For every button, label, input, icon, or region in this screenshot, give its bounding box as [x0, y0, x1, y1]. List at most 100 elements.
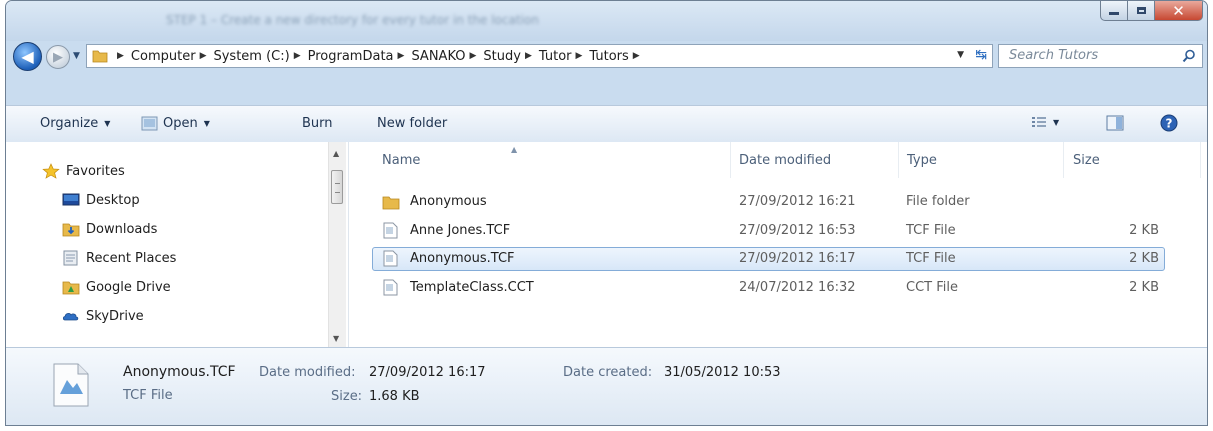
- nav-favorites-label: Favorites: [66, 163, 125, 179]
- breadcrumb-sanako[interactable]: ▶ SANAKO: [394, 49, 466, 64]
- help-button[interactable]: ?: [1160, 114, 1178, 132]
- column-header-date-modified[interactable]: Date modified: [731, 142, 899, 178]
- star-icon: [42, 163, 60, 179]
- window-title: STEP 1 – Create a new directory for ever…: [166, 13, 539, 27]
- forward-button[interactable]: ▶: [46, 45, 70, 69]
- address-row: ◀ ▶ ▼ ▶ Computer ▶ System (C:) ▶ ProgramDat…: [6, 41, 1207, 71]
- details-date-modified-label: Date modified:: [259, 365, 356, 380]
- details-file-name: Anonymous.TCF: [123, 364, 236, 380]
- grip-icon: [335, 183, 340, 193]
- nav-downloads[interactable]: Downloads: [62, 221, 157, 237]
- file-name: Anne Jones.TCF: [410, 223, 511, 238]
- scroll-down-icon[interactable]: ▼: [333, 334, 339, 343]
- details-size-label: Size:: [331, 389, 363, 404]
- nav-favorites[interactable]: Favorites: [42, 163, 125, 179]
- file-date: 24/07/2012 16:32: [739, 280, 856, 295]
- open-file-icon: [141, 116, 158, 131]
- arrow-right-icon: ▶: [53, 49, 63, 65]
- recent-pages-dropdown[interactable]: ▼: [73, 51, 80, 61]
- scroll-up-icon[interactable]: ▲: [333, 149, 339, 158]
- column-type-label: Type: [907, 152, 937, 168]
- title-bar[interactable]: STEP 1 – Create a new directory for ever…: [6, 1, 1207, 41]
- file-type: TCF File: [906, 223, 956, 238]
- navigation-scrollbar[interactable]: ▲ ▼: [328, 142, 346, 347]
- minimize-button[interactable]: [1100, 1, 1128, 21]
- caption-buttons: ✕: [1100, 1, 1203, 21]
- breadcrumb-tutors[interactable]: ▶ Tutors: [572, 49, 629, 64]
- search-input[interactable]: Search Tutors: [1009, 48, 1098, 63]
- help-icon: ?: [1160, 114, 1178, 132]
- preview-pane-button[interactable]: [1106, 115, 1124, 131]
- file-icon: [383, 222, 398, 239]
- view-options-button[interactable]: ▼: [1031, 115, 1059, 129]
- scroll-thumb[interactable]: [331, 170, 343, 204]
- file-name: Anonymous.TCF: [410, 251, 515, 266]
- nav-recent-places-label: Recent Places: [86, 250, 177, 266]
- file-size: 2 KB: [1129, 251, 1159, 266]
- file-size: 2 KB: [1129, 223, 1159, 238]
- column-header-type[interactable]: Type: [899, 142, 1064, 178]
- file-name: TemplateClass.CCT: [410, 280, 534, 295]
- file-type: TCF File: [906, 251, 956, 266]
- desktop-icon: [62, 193, 80, 206]
- search-box[interactable]: Search Tutors: [998, 44, 1203, 68]
- nav-desktop[interactable]: Desktop: [62, 192, 140, 208]
- chevron-down-icon: ▼: [104, 119, 111, 128]
- column-header-size[interactable]: Size: [1064, 142, 1201, 178]
- explorer-window: STEP 1 – Create a new directory for ever…: [5, 0, 1208, 426]
- nav-google-drive[interactable]: Google Drive: [62, 279, 171, 295]
- navigation-pane: Favorites Desktop Downloads Recent Place…: [6, 142, 349, 347]
- file-row-anonymous-tcf[interactable]: Anonymous.TCF 27/09/2012 16:17 TCF File …: [372, 247, 1165, 271]
- file-icon: [383, 250, 398, 267]
- burn-button[interactable]: Burn: [302, 116, 333, 131]
- file-type: CCT File: [906, 280, 958, 295]
- nav-recent-places[interactable]: Recent Places: [62, 250, 176, 266]
- file-date: 27/09/2012 16:17: [739, 251, 856, 266]
- chevron-down-icon: ▼: [203, 119, 210, 128]
- address-history-dropdown[interactable]: ▼: [957, 50, 964, 60]
- column-date-label: Date modified: [739, 152, 832, 168]
- nav-skydrive[interactable]: SkyDrive: [62, 308, 144, 324]
- sort-ascending-icon: ▲: [511, 145, 518, 154]
- breadcrumb-programdata[interactable]: ▶ ProgramData: [290, 49, 394, 64]
- file-row-anonymous-folder[interactable]: Anonymous 27/09/2012 16:21 File folder: [372, 190, 1165, 214]
- breadcrumb-study[interactable]: ▶ Study: [466, 49, 521, 64]
- details-date-modified-value: 27/09/2012 16:17: [369, 365, 486, 380]
- breadcrumb-computer[interactable]: ▶ Computer: [113, 49, 196, 64]
- view-list-icon: [1032, 117, 1046, 127]
- file-large-icon: [53, 363, 89, 407]
- column-name-label: Name: [382, 152, 421, 168]
- organize-button[interactable]: Organize ▼: [40, 116, 110, 131]
- nav-downloads-label: Downloads: [86, 221, 158, 237]
- svg-text:?: ?: [1166, 117, 1173, 131]
- file-row-templateclass[interactable]: TemplateClass.CCT 24/07/2012 16:32 CCT F…: [372, 276, 1165, 300]
- new-folder-button[interactable]: New folder: [377, 116, 447, 131]
- file-name: Anonymous: [410, 194, 487, 209]
- breadcrumb-subfolders[interactable]: ▶: [629, 51, 647, 61]
- new-folder-label: New folder: [377, 116, 448, 131]
- close-icon: ✕: [1172, 1, 1185, 20]
- file-icon: [383, 279, 398, 296]
- file-list: Name ▲ Date modified Type Size Anonymous…: [349, 142, 1207, 347]
- open-button[interactable]: Open ▼: [141, 116, 210, 131]
- refresh-icon[interactable]: ↹: [975, 47, 987, 63]
- search-icon[interactable]: [1182, 49, 1196, 63]
- file-row-anne-jones[interactable]: Anne Jones.TCF 27/09/2012 16:53 TCF File…: [372, 219, 1165, 243]
- google-drive-folder-icon: [62, 281, 80, 295]
- column-header-name[interactable]: Name ▲: [373, 142, 731, 178]
- breadcrumb-tutor[interactable]: ▶ Tutor: [521, 49, 572, 64]
- maximize-button[interactable]: [1128, 1, 1155, 21]
- details-file-type: TCF File: [123, 388, 173, 403]
- preview-pane-icon: [1106, 115, 1124, 131]
- folder-icon: [92, 50, 108, 63]
- details-date-created-value: 31/05/2012 10:53: [664, 365, 781, 380]
- downloads-folder-icon: [62, 223, 80, 237]
- address-bar[interactable]: ▶ Computer ▶ System (C:) ▶ ProgramData ▶ SAN…: [86, 44, 993, 68]
- close-button[interactable]: ✕: [1155, 1, 1203, 21]
- back-button[interactable]: ◀: [13, 42, 42, 71]
- breadcrumb-system[interactable]: ▶ System (C:): [196, 49, 290, 64]
- open-label: Open: [163, 116, 198, 131]
- skydrive-cloud-icon: [62, 313, 79, 321]
- nav-google-drive-label: Google Drive: [86, 279, 171, 295]
- details-size-value: 1.68 KB: [369, 389, 420, 404]
